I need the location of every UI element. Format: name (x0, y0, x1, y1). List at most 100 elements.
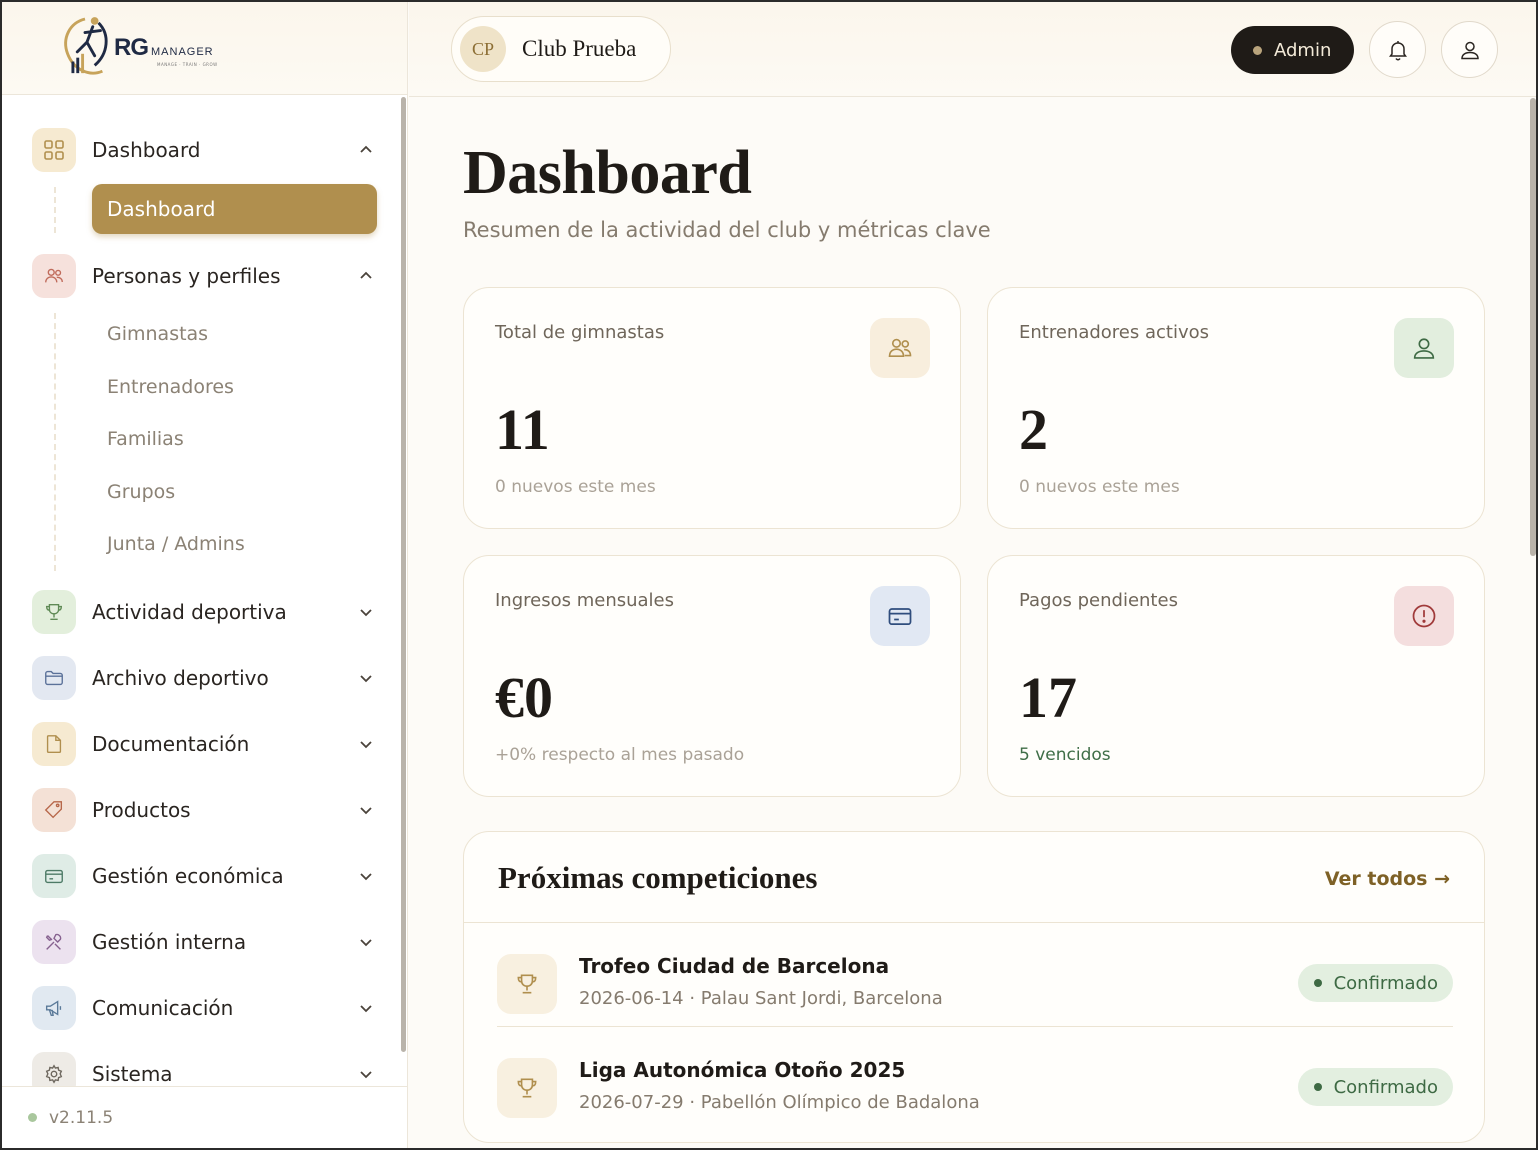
nav-group-archivo[interactable]: Archivo deportivo (32, 656, 382, 700)
nav-group-label: Dashboard (92, 138, 201, 162)
nav-group-label: Archivo deportivo (92, 666, 269, 690)
nav-group-label: Actividad deportiva (92, 600, 287, 624)
nav-item-entrenadores[interactable]: Entrenadores (107, 376, 234, 398)
stat-card-entrenadores[interactable]: Entrenadores activos 2 0 nuevos este mes (987, 287, 1485, 529)
status-dot (28, 1113, 37, 1122)
chevron-down-icon (356, 866, 376, 886)
card-icon (32, 854, 76, 898)
competitions-title: Próximas competiciones (498, 860, 818, 895)
competition-row[interactable]: Liga Autonómica Otoño 2025 2026-07-29 · … (497, 1048, 1453, 1138)
nav-group-label: Comunicación (92, 996, 234, 1020)
status-badge: Confirmado (1297, 964, 1453, 1002)
stat-card-gimnastas[interactable]: Total de gimnastas 11 0 nuevos este mes (463, 287, 961, 529)
upcoming-competitions: Próximas competiciones Ver todos → Trofe… (463, 831, 1485, 1143)
sidebar-scrollbar[interactable] (401, 97, 406, 1052)
user-icon (1460, 41, 1479, 59)
stat-label: Pagos pendientes (1019, 590, 1178, 611)
competition-meta: 2026-06-14 · Palau Sant Jordi, Barcelona (579, 988, 943, 1009)
stat-label: Ingresos mensuales (495, 590, 674, 611)
chevron-down-icon (356, 1064, 376, 1084)
status-label: Confirmado (1333, 1076, 1438, 1098)
logo-manager: MANAGER (151, 46, 214, 58)
nav-group-gestion-economica[interactable]: Gestión económica (32, 854, 382, 898)
competitions-header: Próximas competiciones Ver todos → (464, 832, 1484, 923)
page-subtitle: Resumen de la actividad del club y métri… (463, 218, 991, 242)
gear-icon (32, 1052, 76, 1087)
logo-tagline: MANAGE · TRAIN · GROW (157, 62, 218, 67)
logo-gymnast-icon (64, 17, 108, 75)
stat-value: 2 (1019, 397, 1048, 462)
sidebar: RG MANAGER MANAGE · TRAIN · GROW Dashboa… (2, 2, 408, 1148)
stat-label: Total de gimnastas (495, 322, 665, 343)
stat-value: €0 (495, 665, 553, 730)
nav-item-junta-admins[interactable]: Junta / Admins (107, 533, 245, 555)
nav-item-grupos[interactable]: Grupos (107, 481, 175, 503)
stat-note: +0% respecto al mes pasado (495, 745, 745, 765)
status-dot (1313, 979, 1322, 987)
status-dot (1313, 1083, 1322, 1091)
stat-label: Entrenadores activos (1019, 322, 1210, 343)
nav-item-dashboard-active[interactable]: Dashboard (92, 184, 377, 234)
nav-group-productos[interactable]: Productos (32, 788, 382, 832)
trophy-icon (497, 1058, 557, 1118)
logo-rg: RG (114, 34, 149, 61)
users-icon (32, 254, 76, 298)
version-label: v2.11.5 (49, 1107, 114, 1128)
grid-icon (32, 128, 76, 172)
role-label: Admin (1274, 39, 1332, 61)
tools-icon (32, 920, 76, 964)
chevron-down-icon (356, 602, 376, 622)
nav-group-sistema[interactable]: Sistema (32, 1052, 382, 1087)
stat-value: 11 (495, 397, 550, 462)
chevron-up-icon (356, 266, 376, 286)
nav-group-label: Sistema (92, 1062, 173, 1086)
nav-group-documentacion[interactable]: Documentación (32, 722, 382, 766)
tag-icon (32, 788, 76, 832)
sub-tree-line (54, 313, 56, 571)
nav-group-personas[interactable]: Personas y perfiles (32, 254, 382, 298)
stat-note: 0 nuevos este mes (1019, 477, 1180, 497)
status-label: Confirmado (1333, 972, 1438, 994)
nav-item-gimnastas[interactable]: Gimnastas (107, 323, 208, 345)
profile-button[interactable] (1441, 21, 1498, 78)
main-scrollbar[interactable] (1530, 98, 1536, 556)
stat-note-overdue: 5 vencidos (1019, 745, 1111, 765)
alert-icon (1394, 586, 1454, 646)
see-all-link[interactable]: Ver todos → (1325, 868, 1450, 890)
role-dot (1253, 45, 1262, 55)
competition-row[interactable]: Trofeo Ciudad de Barcelona 2026-06-14 · … (497, 944, 1453, 1034)
logo[interactable]: RG MANAGER MANAGE · TRAIN · GROW (2, 2, 407, 95)
nav-group-label: Documentación (92, 732, 250, 756)
notifications-button[interactable] (1369, 21, 1426, 78)
chevron-down-icon (356, 734, 376, 754)
chevron-down-icon (356, 998, 376, 1018)
role-badge[interactable]: Admin (1231, 26, 1354, 74)
folder-icon (32, 656, 76, 700)
competition-name: Trofeo Ciudad de Barcelona (579, 954, 890, 978)
chevron-down-icon (356, 932, 376, 952)
chevron-down-icon (356, 668, 376, 688)
nav-group-gestion-interna[interactable]: Gestión interna (32, 920, 382, 964)
nav-group-comunicacion[interactable]: Comunicación (32, 986, 382, 1030)
stat-value: 17 (1019, 665, 1077, 730)
status-badge: Confirmado (1297, 1068, 1453, 1106)
user-icon (1394, 318, 1454, 378)
top-header: CP Club Prueba Admin (409, 2, 1536, 97)
nav-group-label: Productos (92, 798, 191, 822)
bell-icon (1388, 40, 1407, 60)
stat-card-pagos[interactable]: Pagos pendientes 17 5 vencidos (987, 555, 1485, 797)
competition-name: Liga Autonómica Otoño 2025 (579, 1058, 906, 1082)
nav-group-dashboard[interactable]: Dashboard (32, 128, 382, 172)
club-selector[interactable]: CP Club Prueba (451, 16, 671, 82)
trophy-icon (32, 590, 76, 634)
file-icon (32, 722, 76, 766)
nav-item-familias[interactable]: Familias (107, 428, 184, 450)
competition-meta: 2026-07-29 · Pabellón Olímpico de Badalo… (579, 1092, 980, 1113)
page-title: Dashboard (463, 139, 752, 207)
stat-card-ingresos[interactable]: Ingresos mensuales €0 +0% respecto al me… (463, 555, 961, 797)
stat-note: 0 nuevos este mes (495, 477, 656, 497)
nav-group-actividad[interactable]: Actividad deportiva (32, 590, 382, 634)
sub-tree-line (54, 187, 56, 233)
card-icon (870, 586, 930, 646)
club-name: Club Prueba (522, 36, 637, 61)
